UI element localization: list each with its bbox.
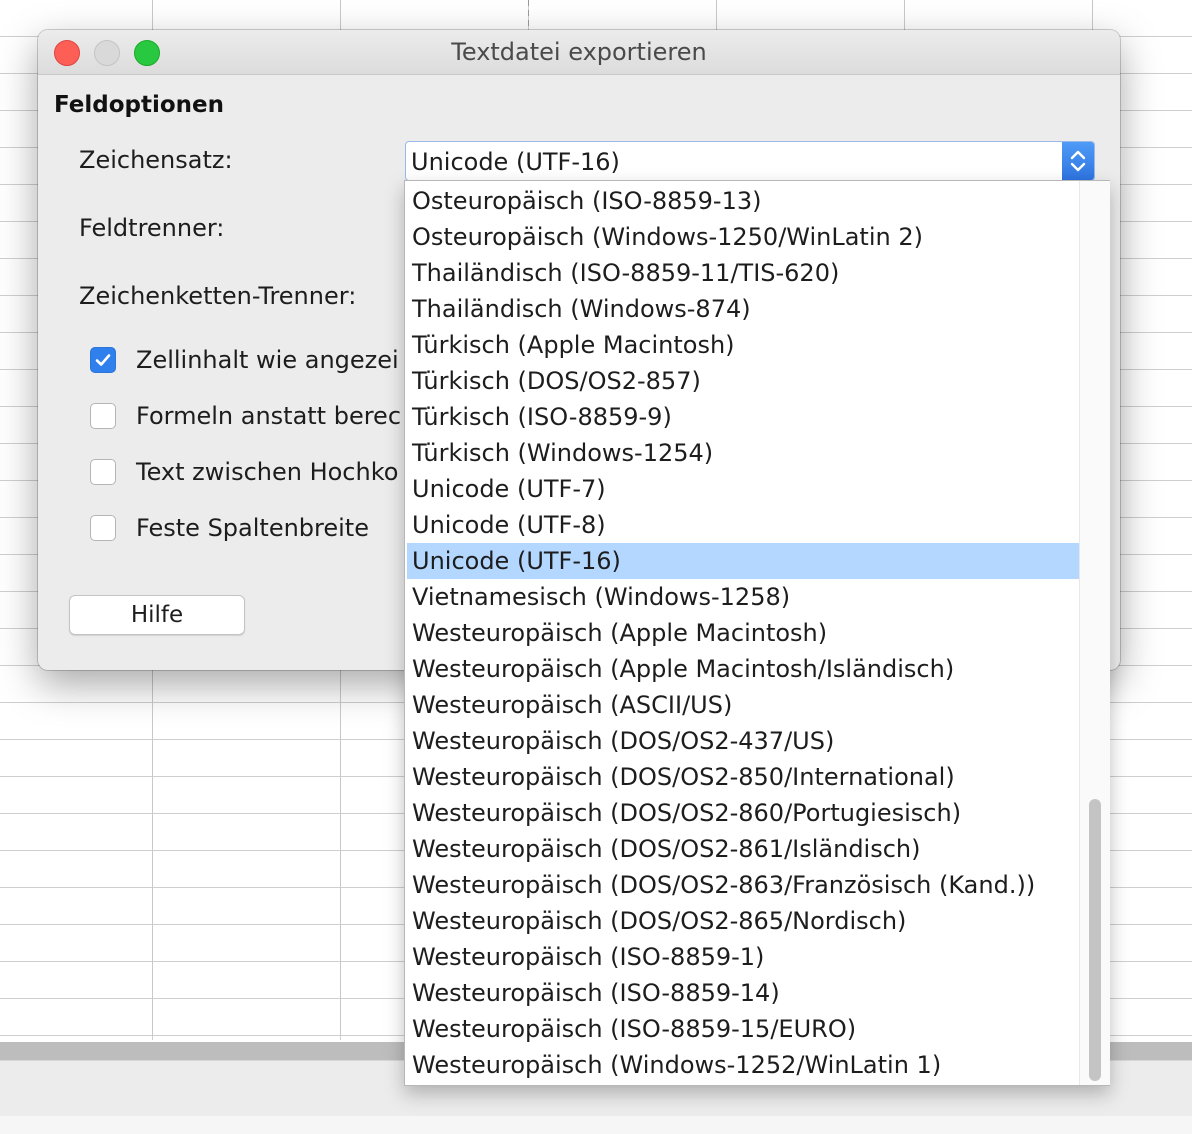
checkbox-label: Zellinhalt wie angezei bbox=[136, 346, 399, 374]
bottom-area bbox=[0, 1116, 1192, 1134]
dropdown-option[interactable]: Westeuropäisch (Windows-1252/WinLatin 1) bbox=[407, 1047, 1079, 1083]
dropdown-scrollbar[interactable] bbox=[1079, 181, 1110, 1085]
dropdown-option[interactable]: Westeuropäisch (ISO-8859-1) bbox=[407, 939, 1079, 975]
string-separator-label: Zeichenketten-Trenner: bbox=[79, 282, 357, 310]
dropdown-option[interactable]: Westeuropäisch (ISO-8859-15/EURO) bbox=[407, 1011, 1079, 1047]
select-stepper[interactable] bbox=[1062, 142, 1094, 180]
dropdown-option[interactable]: Vietnamesisch (Windows-1258) bbox=[407, 579, 1079, 615]
section-title: Feldoptionen bbox=[54, 92, 225, 118]
dropdown-option[interactable]: Westeuropäisch (DOS/OS2-865/Nordisch) bbox=[407, 903, 1079, 939]
chevron-up-down-icon bbox=[1070, 150, 1086, 172]
dropdown-option[interactable]: Türkisch (Windows-1254) bbox=[407, 435, 1079, 471]
dropdown-option[interactable]: Westeuropäisch (Apple Macintosh) bbox=[407, 615, 1079, 651]
checkbox-fixed-column-width[interactable] bbox=[90, 515, 116, 541]
dropdown-option[interactable]: Westeuropäisch (DOS/OS2-850/Internationa… bbox=[407, 759, 1079, 795]
dropdown-option[interactable]: Westeuropäisch (DOS/OS2-863/Französisch … bbox=[407, 867, 1079, 903]
dropdown-option[interactable]: Osteuropäisch (Windows-1250/WinLatin 2) bbox=[407, 219, 1079, 255]
dialog-title: Textdatei exportieren bbox=[451, 38, 707, 66]
charset-label: Zeichensatz: bbox=[79, 146, 233, 174]
dropdown-option-selected[interactable]: Unicode (UTF-16) bbox=[407, 543, 1079, 579]
field-separator-label: Feldtrenner: bbox=[79, 214, 225, 242]
checkbox-cell-content-as-shown[interactable] bbox=[90, 347, 116, 373]
help-button[interactable]: Hilfe bbox=[69, 595, 245, 635]
checkbox-label: Formeln anstatt berec bbox=[136, 402, 402, 430]
checkbox-formulas-instead-of-values[interactable] bbox=[90, 403, 116, 429]
scrollbar-thumb[interactable] bbox=[1089, 799, 1101, 1081]
dropdown-option[interactable]: Westeuropäisch (ISO-8859-14) bbox=[407, 975, 1079, 1011]
title-bar: Textdatei exportieren bbox=[38, 30, 1120, 75]
dropdown-option[interactable]: Thailändisch (Windows-874) bbox=[407, 291, 1079, 327]
charset-dropdown-list[interactable]: Osteuropäisch (ISO-8859-13) Osteuropäisch… bbox=[404, 180, 1110, 1086]
dropdown-option[interactable]: Westeuropäisch (ASCII/US) bbox=[407, 687, 1079, 723]
dropdown-option[interactable]: Unicode (UTF-7) bbox=[407, 471, 1079, 507]
dropdown-option[interactable]: Osteuropäisch (ISO-8859-13) bbox=[407, 183, 1079, 219]
dropdown-option[interactable]: Thailändisch (ISO-8859-11/TIS-620) bbox=[407, 255, 1079, 291]
dropdown-option[interactable]: Unicode (UTF-8) bbox=[407, 507, 1079, 543]
dropdown-option[interactable]: Türkisch (Apple Macintosh) bbox=[407, 327, 1079, 363]
dropdown-option[interactable]: Westeuropäisch (DOS/OS2-437/US) bbox=[407, 723, 1079, 759]
dropdown-option[interactable]: Westeuropäisch (Apple Macintosh/Isländis… bbox=[407, 651, 1079, 687]
dropdown-option[interactable]: Westeuropäisch (DOS/OS2-860/Portugiesisc… bbox=[407, 795, 1079, 831]
checkbox-label: Feste Spaltenbreite bbox=[136, 514, 369, 542]
charset-select-value: Unicode (UTF-16) bbox=[411, 148, 620, 176]
checkbox-label: Text zwischen Hochko bbox=[136, 458, 399, 486]
dropdown-option[interactable]: Westeuropäisch (DOS/OS2-861/Isländisch) bbox=[407, 831, 1079, 867]
checkmark-icon bbox=[95, 354, 111, 366]
charset-select[interactable]: Unicode (UTF-16) bbox=[405, 141, 1095, 181]
dropdown-option[interactable]: Türkisch (ISO-8859-9) bbox=[407, 399, 1079, 435]
checkbox-quote-all-text[interactable] bbox=[90, 459, 116, 485]
dropdown-option[interactable]: Türkisch (DOS/OS2-857) bbox=[407, 363, 1079, 399]
